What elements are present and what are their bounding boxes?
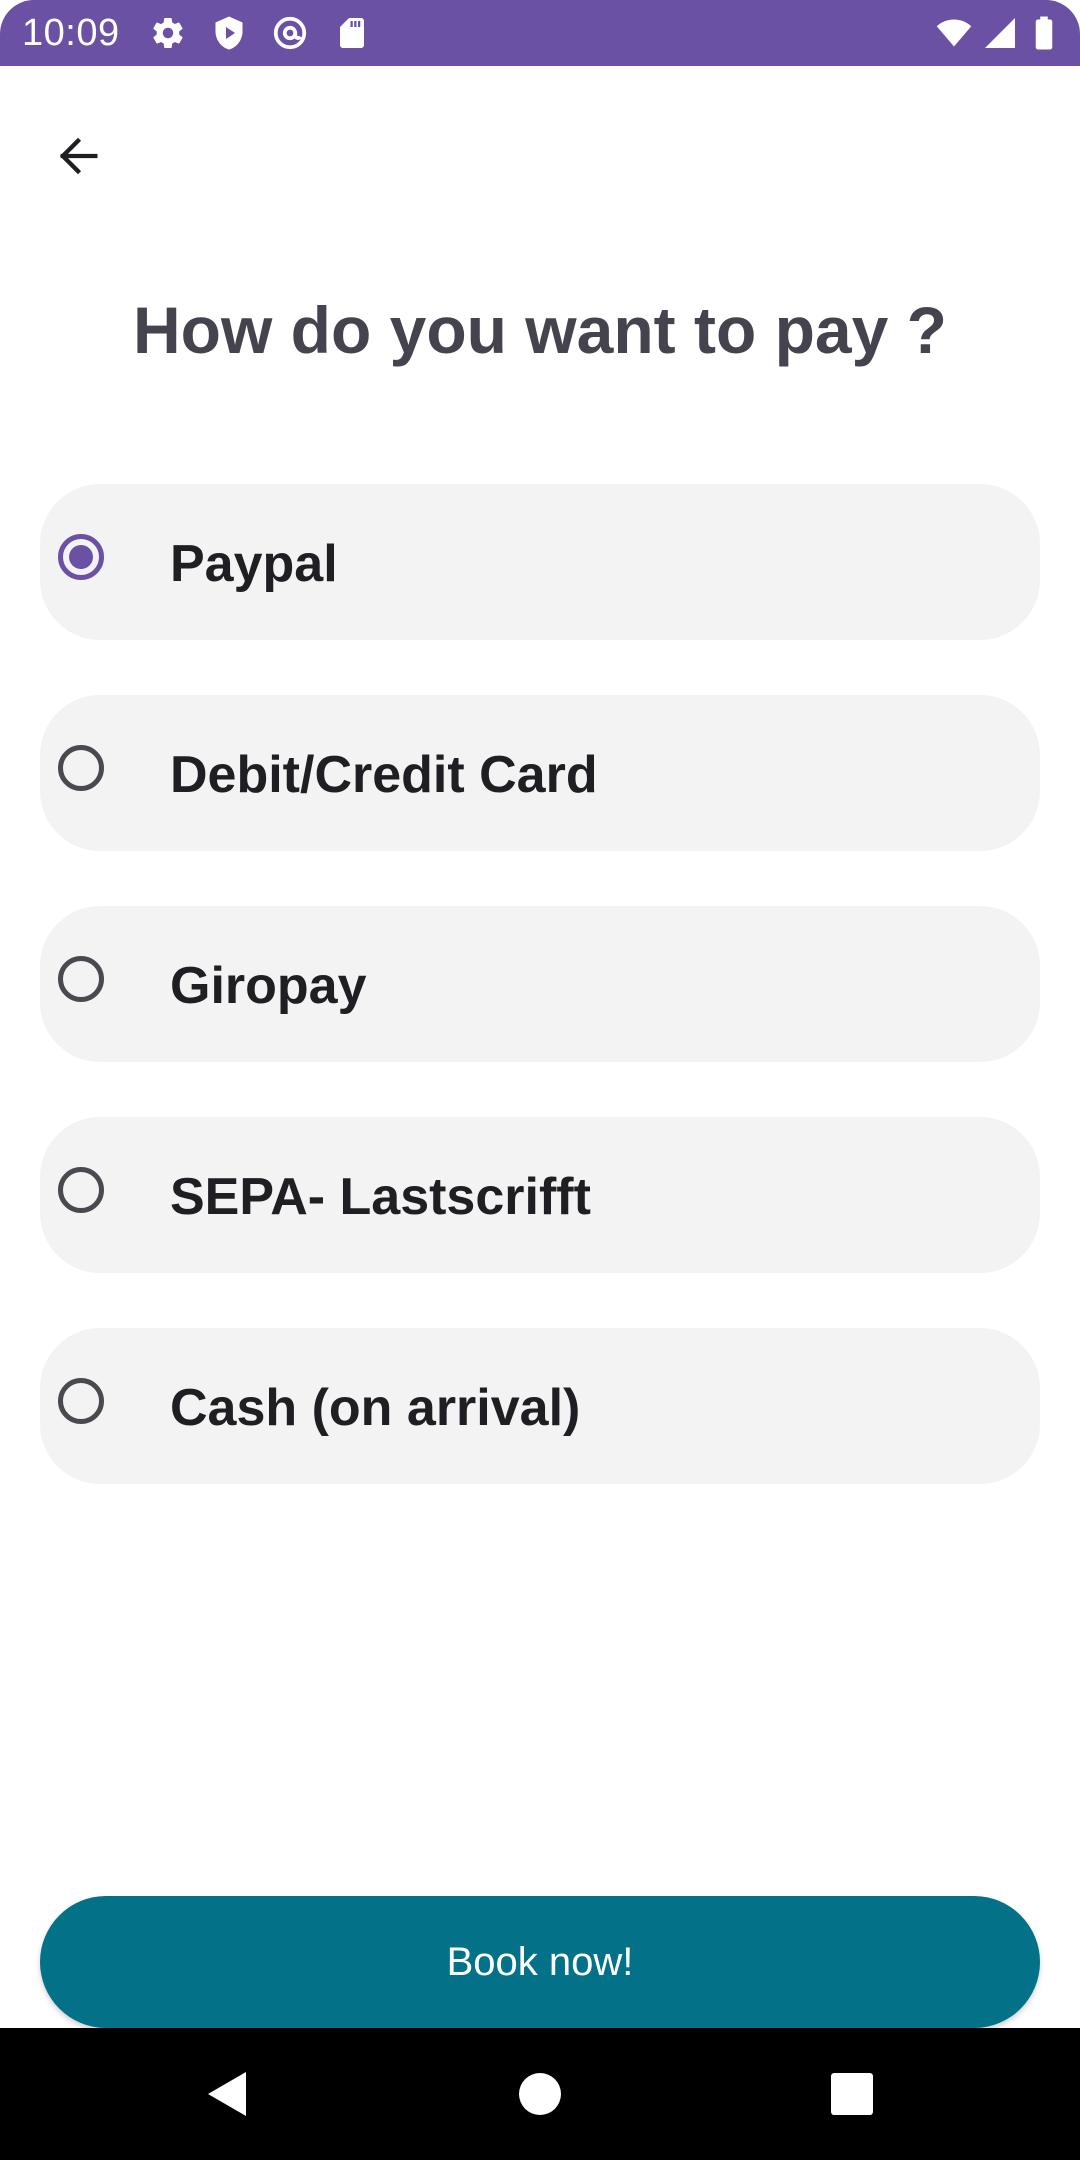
- home-circle-icon: [519, 2073, 561, 2115]
- payment-option-label: Giropay: [170, 957, 367, 1015]
- radio-button[interactable]: [58, 956, 104, 1002]
- recents-square-icon: [831, 2073, 873, 2115]
- payment-option-card[interactable]: Debit/Credit Card: [40, 695, 1040, 851]
- back-triangle-icon: [208, 2072, 246, 2116]
- at-sign-icon: [273, 16, 307, 50]
- payment-options-group: Paypal Debit/Credit Card Giropay SEPA- L…: [40, 484, 1040, 1539]
- status-time: 10:09: [22, 12, 120, 54]
- book-now-button[interactable]: Book now!: [40, 1896, 1040, 2028]
- payment-option-paypal[interactable]: Paypal: [40, 484, 1040, 640]
- back-button[interactable]: [40, 118, 116, 194]
- nav-recents-button[interactable]: [786, 2028, 918, 2160]
- radio-button[interactable]: [58, 745, 104, 791]
- sd-card-icon: [340, 18, 364, 48]
- gear-icon: [153, 18, 183, 49]
- payment-option-label: Paypal: [170, 535, 338, 593]
- cell-signal-icon: [985, 18, 1015, 48]
- radio-button-selected[interactable]: [58, 534, 104, 580]
- payment-option-giropay[interactable]: Giropay: [40, 906, 1040, 1062]
- payment-option-label: Cash (on arrival): [170, 1379, 581, 1437]
- payment-option-sepa[interactable]: SEPA- Lastscrifft: [40, 1117, 1040, 1273]
- shield-icon: [215, 16, 243, 50]
- status-bar: 10:09: [0, 0, 1080, 66]
- system-nav-bar: [0, 2028, 1080, 2160]
- arrow-left-icon: [59, 137, 98, 175]
- wifi-icon: [936, 19, 972, 47]
- payment-option-label: SEPA- Lastscrifft: [170, 1168, 591, 1226]
- battery-icon: [1035, 16, 1053, 50]
- nav-back-button[interactable]: [160, 2028, 292, 2160]
- radio-button[interactable]: [58, 1167, 104, 1213]
- payment-option-cash[interactable]: Cash (on arrival): [40, 1328, 1040, 1484]
- radio-button[interactable]: [58, 1378, 104, 1424]
- payment-option-label: Debit/Credit Card: [170, 746, 598, 804]
- page-title: How do you want to pay ?: [133, 293, 947, 367]
- nav-home-button[interactable]: [474, 2028, 606, 2160]
